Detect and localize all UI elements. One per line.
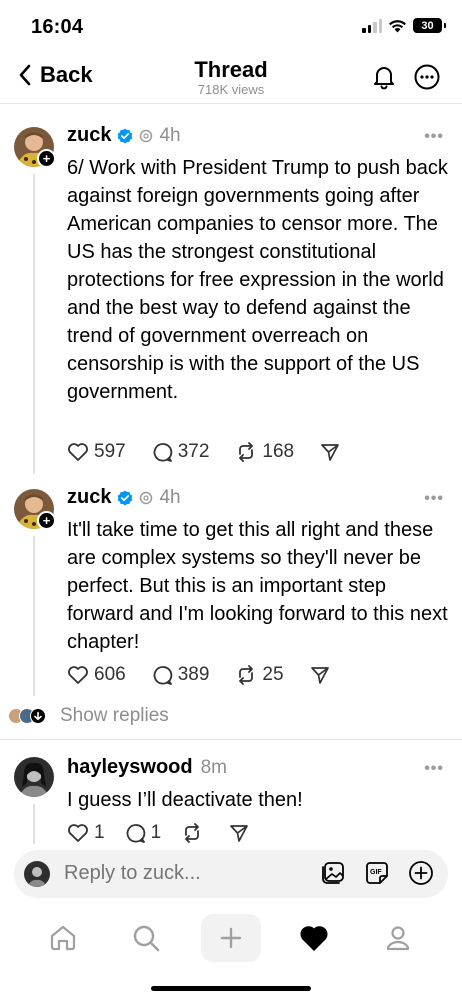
home-indicator bbox=[151, 986, 311, 991]
status-icons: 30 bbox=[362, 18, 446, 33]
home-icon bbox=[50, 925, 76, 951]
send-icon bbox=[230, 825, 249, 842]
add-circle-icon[interactable] bbox=[408, 860, 434, 886]
verified-badge-icon bbox=[118, 490, 133, 505]
status-time: 16:04 bbox=[31, 16, 84, 38]
repost-count: 25 bbox=[262, 664, 284, 685]
threads-logo-icon bbox=[140, 129, 153, 142]
thread-header: Back Thread 718K views bbox=[0, 54, 462, 104]
repost-button[interactable]: 168 bbox=[235, 441, 294, 463]
show-replies-button[interactable]: Show replies bbox=[8, 705, 169, 727]
post-more-icon[interactable]: ••• bbox=[424, 128, 444, 146]
gif-icon[interactable]: GIF bbox=[364, 860, 390, 886]
svg-text:GIF: GIF bbox=[370, 869, 382, 876]
post-header: zuck 4h bbox=[67, 486, 181, 509]
post-actions: 597 372 168 bbox=[67, 441, 366, 463]
comment-button[interactable]: 389 bbox=[152, 664, 210, 686]
repost-icon bbox=[185, 823, 200, 843]
heart-icon bbox=[68, 824, 88, 842]
heart-filled-icon bbox=[300, 926, 328, 951]
reply-input[interactable] bbox=[64, 862, 284, 885]
repost-count: 168 bbox=[262, 441, 295, 462]
post-text: I guess I’ll deactivate then! bbox=[67, 789, 303, 811]
wifi-icon bbox=[389, 19, 406, 32]
comment-count: 389 bbox=[177, 664, 210, 685]
tab-bar bbox=[0, 910, 462, 966]
tab-activity[interactable] bbox=[284, 914, 344, 962]
like-count: 597 bbox=[94, 441, 126, 462]
search-icon bbox=[133, 925, 160, 952]
thread-line bbox=[33, 174, 35, 474]
verified-badge-icon bbox=[118, 128, 133, 143]
header-actions bbox=[372, 64, 440, 90]
post-header: zuck 4h bbox=[67, 124, 181, 147]
comment-count: 1 bbox=[150, 822, 162, 843]
plus-icon bbox=[220, 927, 242, 949]
battery-level: 30 bbox=[421, 19, 434, 32]
like-count: 1 bbox=[94, 822, 105, 843]
share-button[interactable] bbox=[310, 665, 330, 685]
post-more-icon[interactable]: ••• bbox=[424, 490, 444, 508]
tab-search[interactable] bbox=[116, 914, 176, 962]
tab-home[interactable] bbox=[33, 914, 93, 962]
comment-icon bbox=[153, 665, 172, 685]
like-count: 606 bbox=[94, 664, 126, 685]
avatar[interactable] bbox=[14, 757, 54, 797]
show-replies-label: Show replies bbox=[60, 705, 169, 726]
tab-profile[interactable] bbox=[368, 914, 428, 962]
repost-button[interactable] bbox=[181, 823, 203, 843]
send-icon bbox=[310, 667, 329, 684]
heart-icon bbox=[68, 666, 88, 684]
username[interactable]: hayleyswood bbox=[67, 756, 193, 779]
tab-new-post[interactable] bbox=[201, 914, 261, 962]
reply-avatars bbox=[8, 708, 46, 724]
status-bar: 16:04 30 bbox=[0, 0, 462, 54]
post-actions: 606 389 25 bbox=[67, 664, 356, 686]
bell-icon[interactable] bbox=[372, 64, 396, 90]
username[interactable]: zuck bbox=[67, 486, 111, 509]
threads-logo-icon bbox=[140, 491, 153, 504]
signal-icon bbox=[362, 18, 382, 33]
comment-icon bbox=[126, 823, 145, 843]
thread-line bbox=[33, 804, 35, 844]
like-button[interactable]: 1 bbox=[67, 822, 105, 844]
repost-icon bbox=[239, 442, 254, 462]
heart-icon bbox=[68, 443, 88, 461]
battery-icon: 30 bbox=[413, 18, 446, 33]
post-header: hayleyswood 8m bbox=[67, 756, 227, 779]
follow-plus-icon[interactable]: + bbox=[37, 149, 56, 168]
repost-icon bbox=[239, 665, 254, 685]
post-time: 4h bbox=[159, 486, 181, 508]
arrow-down-icon bbox=[30, 708, 46, 724]
comment-icon bbox=[153, 442, 172, 462]
profile-icon bbox=[386, 926, 410, 951]
more-options-icon[interactable] bbox=[414, 64, 440, 90]
divider bbox=[0, 739, 462, 740]
share-button[interactable] bbox=[320, 442, 340, 462]
avatar bbox=[24, 861, 50, 887]
post-time: 4h bbox=[159, 124, 181, 146]
post-time: 8m bbox=[200, 756, 228, 778]
send-icon bbox=[321, 444, 339, 461]
comment-count: 372 bbox=[177, 441, 210, 462]
comment-button[interactable]: 1 bbox=[125, 822, 162, 844]
thread-line bbox=[33, 536, 35, 696]
comment-button[interactable]: 372 bbox=[152, 441, 210, 463]
username[interactable]: zuck bbox=[67, 124, 111, 147]
like-button[interactable]: 606 bbox=[67, 664, 126, 686]
post-actions: 1 1 bbox=[67, 822, 275, 844]
like-button[interactable]: 597 bbox=[67, 441, 126, 463]
repost-button[interactable]: 25 bbox=[235, 664, 284, 686]
share-button[interactable] bbox=[229, 823, 249, 843]
post-text: It'll take time to get this all right an… bbox=[67, 519, 448, 653]
image-icon[interactable] bbox=[320, 860, 346, 886]
composer-actions: GIF bbox=[320, 860, 434, 886]
reply-composer[interactable]: GIF bbox=[14, 850, 448, 898]
post-text: 6/ Work with President Trump to push bac… bbox=[67, 157, 448, 403]
post-more-icon[interactable]: ••• bbox=[424, 760, 444, 778]
follow-plus-icon[interactable]: + bbox=[37, 511, 56, 530]
